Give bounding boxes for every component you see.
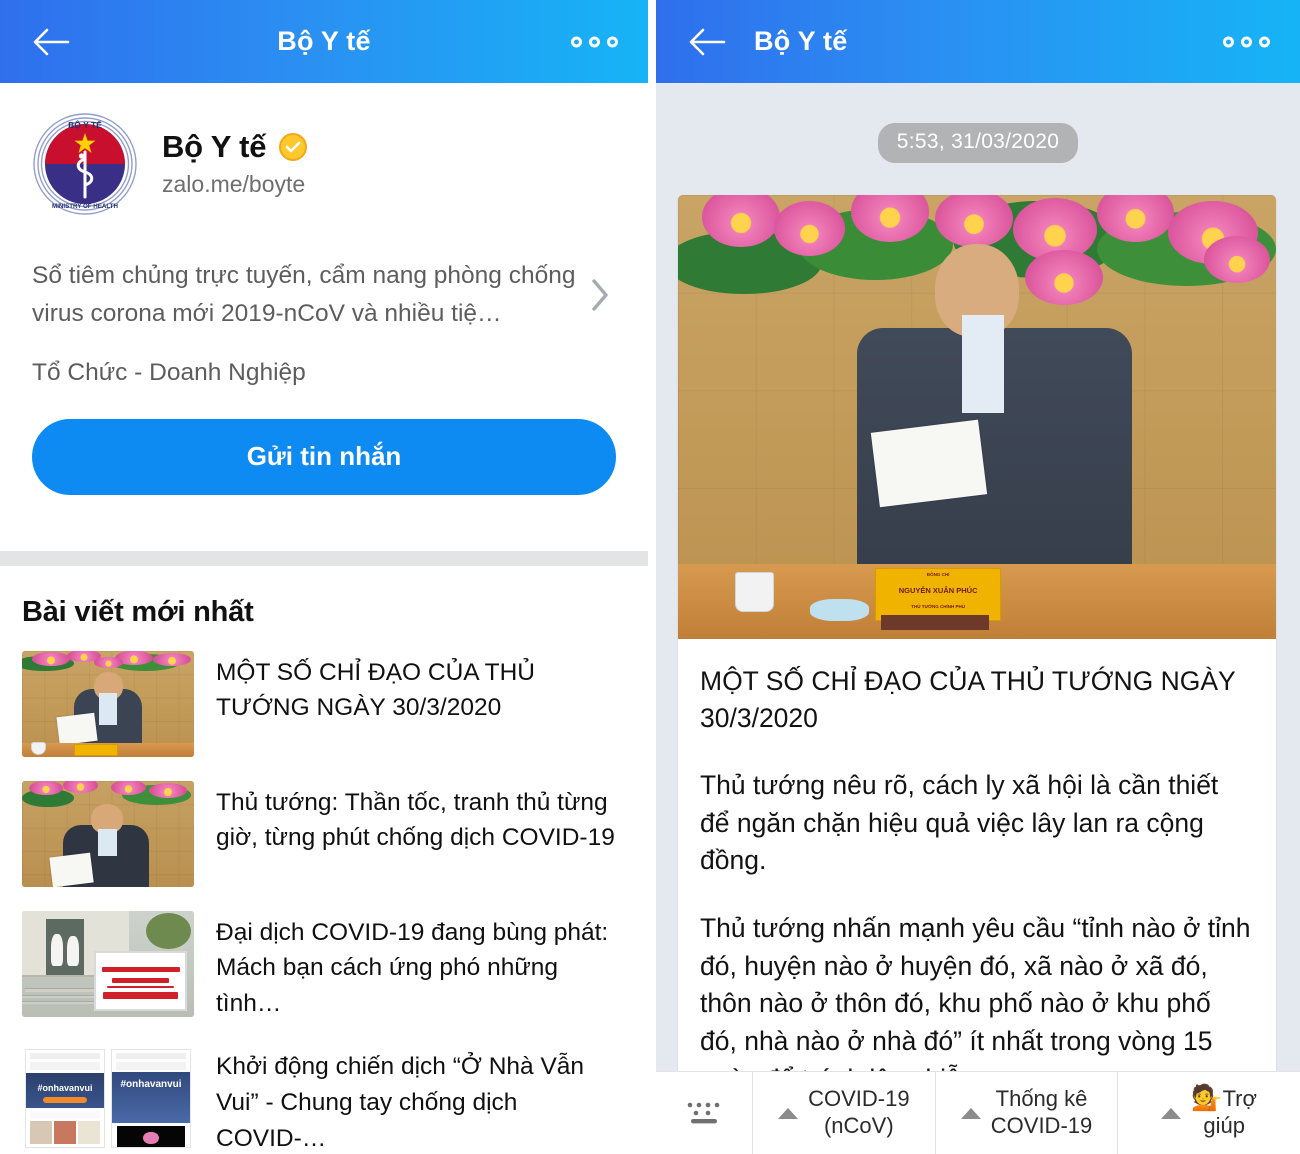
profile-description: Sổ tiêm chủng trực tuyến, cẩm nang phòng… xyxy=(32,262,576,327)
app-screen: Bộ Y tế BỘ Y TẾ MINISTRY OF HEALTH Bộ Y … xyxy=(0,0,1300,1154)
article-thumbnail xyxy=(22,650,194,757)
article-thumbnail xyxy=(22,910,194,1017)
message-photo[interactable]: ĐỒNG CHÍ NGUYỄN XUÂN PHÚC THỦ TƯỚNG CHÍN… xyxy=(678,195,1276,639)
profile-panel: Bộ Y tế BỘ Y TẾ MINISTRY OF HEALTH Bộ Y … xyxy=(0,0,648,1154)
keyboard-icon xyxy=(687,1102,720,1124)
articles-list: MỘT SỐ CHỈ ĐẠO CỦA THỦ TƯỚNG NGÀY 30/3/2… xyxy=(0,629,648,1154)
chat-bottom-bar: COVID-19 (nCoV) Thống kê COVID-19 💁Trợ g… xyxy=(656,1071,1300,1154)
caret-up-icon xyxy=(1161,1107,1182,1119)
more-options-icon xyxy=(589,36,600,47)
list-item[interactable]: MỘT SỐ CHỈ ĐẠO CỦA THỦ TƯỚNG NGÀY 30/3/2… xyxy=(0,639,648,769)
message-paragraph-1: Thủ tướng nêu rõ, cách ly xã hội là cần … xyxy=(700,770,1219,876)
svg-text:BỘ Y TẾ: BỘ Y TẾ xyxy=(68,119,102,130)
profile-name: Bộ Y tế xyxy=(162,129,267,164)
profile-header: BỘ Y TẾ MINISTRY OF HEALTH Bộ Y tế zalo.… xyxy=(0,107,648,217)
menu-item-label-line1: Thống kê xyxy=(995,1086,1088,1112)
more-options-button[interactable] xyxy=(1223,36,1270,47)
menu-item-label: COVID-19 (nCoV) xyxy=(808,1086,909,1140)
menu-item-label-line2: giúp xyxy=(1203,1113,1245,1138)
article-title: MỘT SỐ CHỈ ĐẠO CỦA THỦ TƯỚNG NGÀY 30/3/2… xyxy=(216,658,535,722)
ministry-of-health-logo-icon: BỘ Y TẾ MINISTRY OF HEALTH xyxy=(33,113,137,215)
list-item[interactable]: #onhavanvui #onhavanvui Khởi động chiến … xyxy=(0,1033,648,1154)
more-options-icon xyxy=(571,36,582,47)
chat-panel: Bộ Y tế 5:53, 31/03/2020 ĐỒNG CHÍ NGUYỄN… xyxy=(656,0,1300,1154)
profile-identity: Bộ Y tế zalo.me/boyte xyxy=(162,107,308,198)
right-topbar-title: Bộ Y tế xyxy=(754,26,848,56)
menu-item-label-line2: (nCoV) xyxy=(823,1113,894,1138)
menu-item-label: Thống kê COVID-19 xyxy=(991,1086,1092,1140)
profile-description-row[interactable]: Sổ tiêm chủng trực tuyến, cẩm nang phòng… xyxy=(0,257,648,333)
more-options-icon xyxy=(1241,36,1252,47)
panel-gap xyxy=(648,0,656,1154)
more-options-icon xyxy=(1223,36,1234,47)
person-tipping-hand-icon: 💁 xyxy=(1191,1084,1223,1113)
profile-name-row: Bộ Y tế xyxy=(162,129,308,165)
right-topbar: Bộ Y tế xyxy=(656,0,1300,83)
chat-message-card[interactable]: ĐỒNG CHÍ NGUYỄN XUÂN PHÚC THỦ TƯỚNG CHÍN… xyxy=(678,195,1276,1074)
message-text-body: MỘT SỐ CHỈ ĐẠO CỦA THỦ TƯỚNG NGÀY 30/3/2… xyxy=(678,639,1276,1074)
message-paragraph-2: Thủ tướng nhấn mạnh yêu cầu “tỉnh nào ở … xyxy=(700,913,1251,1074)
verified-check-icon xyxy=(279,133,308,161)
menu-item-label-line1: COVID-19 xyxy=(808,1086,910,1112)
article-title: Đại dịch COVID-19 đang bùng phát: Mách b… xyxy=(216,918,609,1017)
profile-url[interactable]: zalo.me/boyte xyxy=(162,171,307,198)
menu-item-label-line1: Trợ xyxy=(1222,1086,1257,1112)
svg-text:MINISTRY OF HEALTH: MINISTRY OF HEALTH xyxy=(52,203,118,210)
caret-up-icon xyxy=(778,1107,799,1119)
list-item[interactable]: Đại dịch COVID-19 đang bùng phát: Mách b… xyxy=(0,899,648,1034)
article-title: Khởi động chiến dịch “Ở Nhà Vẫn Vui” - C… xyxy=(216,1053,585,1152)
section-divider xyxy=(0,550,648,566)
back-button[interactable] xyxy=(678,14,734,70)
chevron-right-icon xyxy=(578,277,622,313)
back-button[interactable] xyxy=(22,14,78,70)
avatar[interactable]: BỘ Y TẾ MINISTRY OF HEALTH xyxy=(30,107,140,217)
menu-item-thong-ke-covid19[interactable]: Thống kê COVID-19 xyxy=(934,1072,1118,1154)
send-message-button[interactable]: Gửi tin nhắn xyxy=(32,418,616,495)
caret-up-icon xyxy=(960,1107,981,1119)
menu-item-label: 💁Trợ giúp xyxy=(1191,1086,1257,1140)
more-options-button[interactable] xyxy=(571,36,618,47)
list-item[interactable]: Thủ tướng: Thần tốc, tranh thủ từng giờ,… xyxy=(0,769,648,899)
profile-category: Tổ Chức - Doanh Nghiệp xyxy=(32,358,306,386)
more-options-icon xyxy=(1259,36,1270,47)
left-topbar: Bộ Y tế xyxy=(0,0,648,83)
menu-item-tro-giup[interactable]: 💁Trợ giúp xyxy=(1117,1072,1300,1154)
chat-messages-area: 5:53, 31/03/2020 ĐỒNG CHÍ NGUYỄN XUÂN PH… xyxy=(656,83,1300,1074)
message-heading: MỘT SỐ CHỈ ĐẠO CỦA THỦ TƯỚNG NGÀY 30/3/2… xyxy=(700,666,1236,734)
keyboard-button[interactable] xyxy=(656,1072,752,1154)
article-thumbnail: #onhavanvui #onhavanvui xyxy=(22,1045,194,1152)
articles-section-title: Bài viết mới nhất xyxy=(22,595,254,628)
menu-item-label-line2: COVID-19 xyxy=(990,1113,1093,1138)
profile-section: BỘ Y TẾ MINISTRY OF HEALTH Bộ Y tế zalo.… xyxy=(0,83,648,495)
menu-item-covid19[interactable]: COVID-19 (nCoV) xyxy=(752,1072,935,1154)
article-title: Thủ tướng: Thần tốc, tranh thủ từng giờ,… xyxy=(216,788,615,852)
message-timestamp: 5:53, 31/03/2020 xyxy=(877,123,1079,163)
more-options-icon xyxy=(607,36,618,47)
article-thumbnail xyxy=(22,780,194,887)
left-topbar-title: Bộ Y tế xyxy=(277,26,371,56)
